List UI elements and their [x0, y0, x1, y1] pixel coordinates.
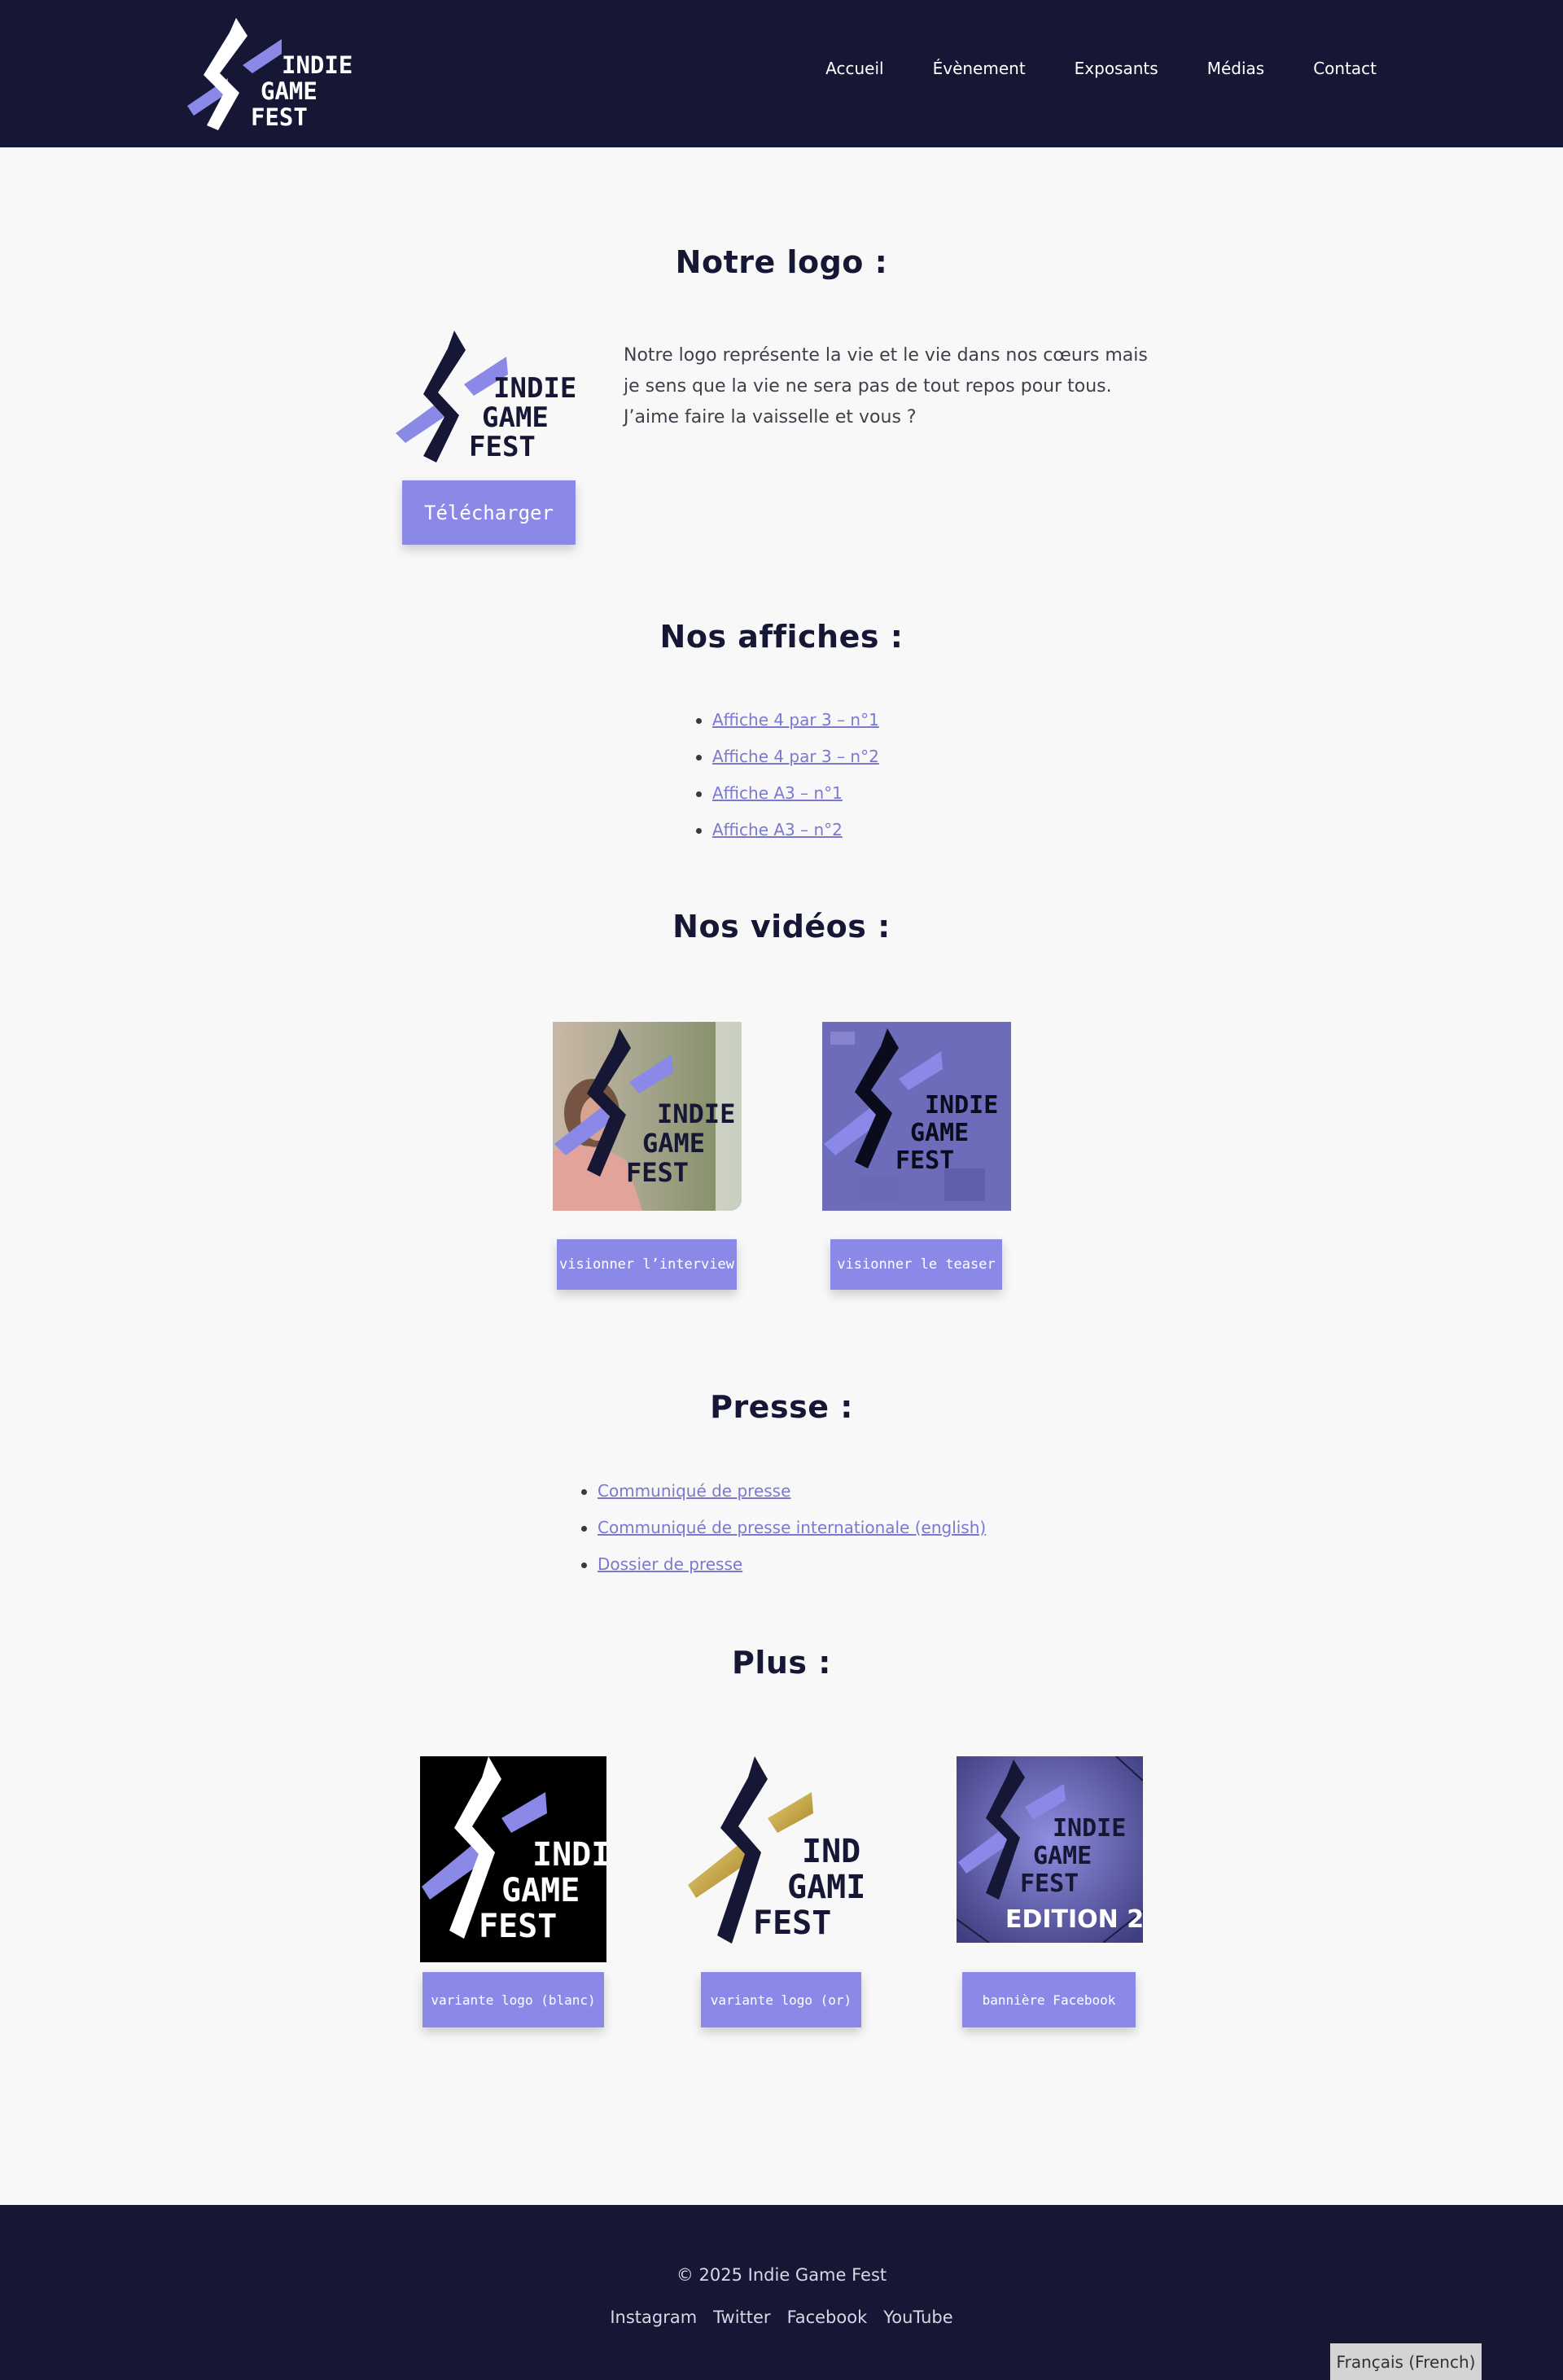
list-item: Affiche A3 – n°2 — [696, 820, 879, 857]
social-facebook-link[interactable]: Facebook — [787, 2308, 868, 2327]
videos-section-title: Nos vidéos : — [672, 909, 891, 945]
thumb-logo-text: INDIE — [657, 1098, 735, 1129]
nav-evenement[interactable]: Évènement — [933, 59, 1026, 78]
nav-contact[interactable]: Contact — [1313, 59, 1377, 78]
watch-teaser-button[interactable]: visionner le teaser — [830, 1239, 1002, 1290]
poster-link[interactable]: Affiche A3 – n°2 — [712, 820, 843, 839]
poster-link[interactable]: Affiche A3 – n°1 — [712, 783, 843, 803]
white-variant-button[interactable]: variante logo (blanc) — [422, 1972, 604, 2027]
variant-logo-text: IND — [802, 1833, 860, 1870]
social-twitter-link[interactable]: Twitter — [713, 2308, 770, 2327]
logo-white-stroke — [204, 18, 247, 130]
social-youtube-link[interactable]: YouTube — [883, 2308, 952, 2327]
logo-text-game: GAME — [482, 401, 549, 434]
gold-variant-button[interactable]: variante logo (or) — [701, 1972, 861, 2027]
logo-text-game: GAME — [260, 77, 317, 105]
logo-text-indie: INDIE — [493, 372, 576, 405]
variant-logo-text: FEST — [753, 1904, 831, 1942]
banner-logo-text: GAME — [1033, 1842, 1092, 1870]
press-section-title: Presse : — [710, 1389, 853, 1425]
banner-logo-text: INDIE — [1053, 1814, 1126, 1843]
nav-exposants[interactable]: Exposants — [1075, 59, 1158, 78]
nav-medias[interactable]: Médias — [1207, 59, 1265, 78]
variant-logo-text: GAMI — [787, 1869, 865, 1906]
facebook-banner-image: INDIE GAME FEST EDITION 2 — [957, 1756, 1143, 1943]
white-logo-thumbnail[interactable]: INDI GAME FEST — [420, 1756, 606, 1962]
list-item: Dossier de presse — [581, 1554, 986, 1591]
logo-text-indie: INDIE — [282, 51, 352, 79]
interview-thumbnail-image: INDIE GAME FEST — [553, 1022, 742, 1211]
logo-description: Notre logo représente la vie et le vie d… — [624, 345, 1148, 427]
variant-logo-text: FEST — [479, 1908, 557, 1945]
thumb-logo-text: FEST — [626, 1157, 689, 1188]
facebook-banner-button[interactable]: bannière Facebook — [962, 1972, 1136, 2027]
logo-navy-stroke — [423, 331, 466, 462]
logo-text-fest: FEST — [469, 431, 536, 463]
poster-link[interactable]: Affiche 4 par 3 – n°2 — [712, 747, 879, 766]
site-footer: © 2025 Indie Game Fest Instagram Twitter… — [0, 2205, 1563, 2380]
teaser-thumbnail[interactable]: INDIE GAME FEST — [822, 1022, 1011, 1211]
logo-image: INDIE GAME FEST — [396, 331, 576, 463]
banner-edition-text: EDITION 2 — [1005, 1905, 1143, 1934]
social-links: Instagram Twitter Facebook YouTube — [0, 2308, 1563, 2327]
logo-section-title: Notre logo : — [675, 244, 888, 280]
thumb-logo-text: GAME — [910, 1119, 969, 1147]
press-link[interactable]: Communiqué de presse internationale (eng… — [598, 1518, 986, 1537]
language-switcher[interactable]: Français (French) — [1330, 2343, 1482, 2380]
nav-accueil[interactable]: Accueil — [825, 59, 883, 78]
copyright-text: © 2025 Indie Game Fest — [676, 2265, 887, 2285]
press-link[interactable]: Communiqué de presse — [598, 1481, 790, 1501]
logo-text-fest: FEST — [251, 103, 308, 131]
thumb-logo-text: FEST — [895, 1146, 954, 1175]
thumb-logo-text: GAME — [642, 1128, 705, 1159]
site-logo[interactable]: INDIE GAME FEST — [186, 15, 357, 133]
list-item: Affiche 4 par 3 – n°2 — [696, 747, 879, 783]
download-logo-button[interactable]: Télécharger — [402, 480, 576, 545]
gold-logo-image: IND GAMI FEST — [686, 1756, 876, 1946]
main-nav: Accueil Évènement Exposants Médias Conta… — [777, 0, 1377, 137]
social-instagram-link[interactable]: Instagram — [610, 2308, 697, 2327]
variant-logo-text: INDI — [532, 1836, 606, 1874]
list-item: Communiqué de presse internationale (eng… — [581, 1518, 986, 1554]
poster-link[interactable]: Affiche 4 par 3 – n°1 — [712, 710, 879, 730]
list-item: Affiche A3 – n°1 — [696, 783, 879, 820]
site-header: INDIE GAME FEST Accueil Évènement Exposa… — [0, 0, 1563, 147]
interview-thumbnail[interactable]: INDIE GAME FEST — [553, 1022, 742, 1211]
logo-purple-stroke — [243, 39, 282, 73]
gold-logo-thumbnail[interactable]: IND GAMI FEST — [686, 1756, 876, 1946]
list-item: Affiche 4 par 3 – n°1 — [696, 710, 879, 747]
more-section-title: Plus : — [732, 1645, 831, 1681]
press-link[interactable]: Dossier de presse — [598, 1554, 742, 1574]
posters-section-title: Nos affiches : — [659, 619, 904, 655]
teaser-thumbnail-image: INDIE GAME FEST — [822, 1022, 1011, 1211]
watch-interview-button[interactable]: visionner l’interview — [557, 1239, 737, 1290]
posters-list: Affiche 4 par 3 – n°1 Affiche 4 par 3 – … — [696, 710, 879, 857]
facebook-banner-thumbnail[interactable]: INDIE GAME FEST EDITION 2 — [957, 1756, 1143, 1943]
banner-logo-text: FEST — [1020, 1869, 1079, 1898]
white-logo-image: INDI GAME FEST — [420, 1756, 606, 1962]
list-item: Communiqué de presse — [581, 1481, 986, 1518]
thumb-logo-text: INDIE — [925, 1091, 998, 1120]
variant-logo-text: GAME — [501, 1872, 580, 1909]
press-list: Communiqué de presse Communiqué de press… — [581, 1481, 986, 1591]
